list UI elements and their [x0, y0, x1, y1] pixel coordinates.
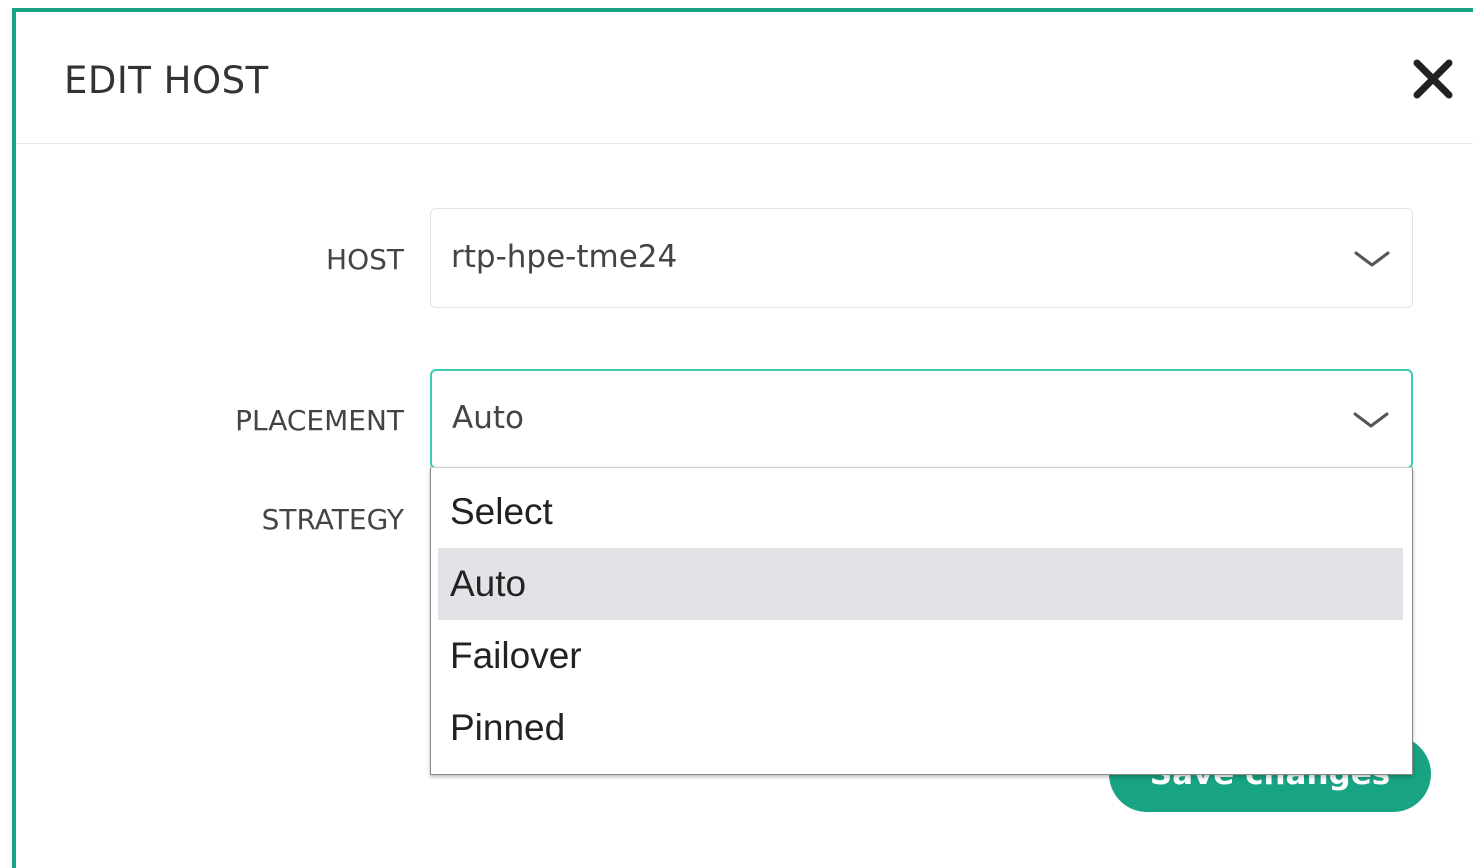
placement-label: PLACEMENT	[235, 404, 404, 437]
close-button[interactable]	[1410, 56, 1456, 102]
edit-host-modal: EDIT HOST HOST rtp-hpe-tme24 PLACEMENT A…	[12, 8, 1473, 868]
modal-header: EDIT HOST	[16, 12, 1473, 144]
modal-title: EDIT HOST	[64, 59, 269, 102]
chevron-down-icon	[1354, 251, 1390, 267]
dropdown-option-failover[interactable]: Failover	[438, 620, 1403, 692]
placement-select-value: Auto	[452, 400, 524, 436]
chevron-down-icon	[1353, 412, 1389, 428]
host-select-value: rtp-hpe-tme24	[451, 239, 678, 275]
strategy-label: STRATEGY	[261, 503, 404, 536]
dropdown-option-pinned[interactable]: Pinned	[438, 692, 1403, 764]
dropdown-option-select[interactable]: Select	[438, 476, 1403, 548]
close-icon	[1413, 59, 1453, 99]
dropdown-option-auto[interactable]: Auto	[438, 548, 1403, 620]
host-label: HOST	[326, 243, 404, 276]
placement-dropdown-list: Select Auto Failover Pinned	[430, 467, 1413, 775]
host-select[interactable]: rtp-hpe-tme24	[430, 208, 1413, 308]
placement-select[interactable]: Auto	[430, 369, 1413, 469]
